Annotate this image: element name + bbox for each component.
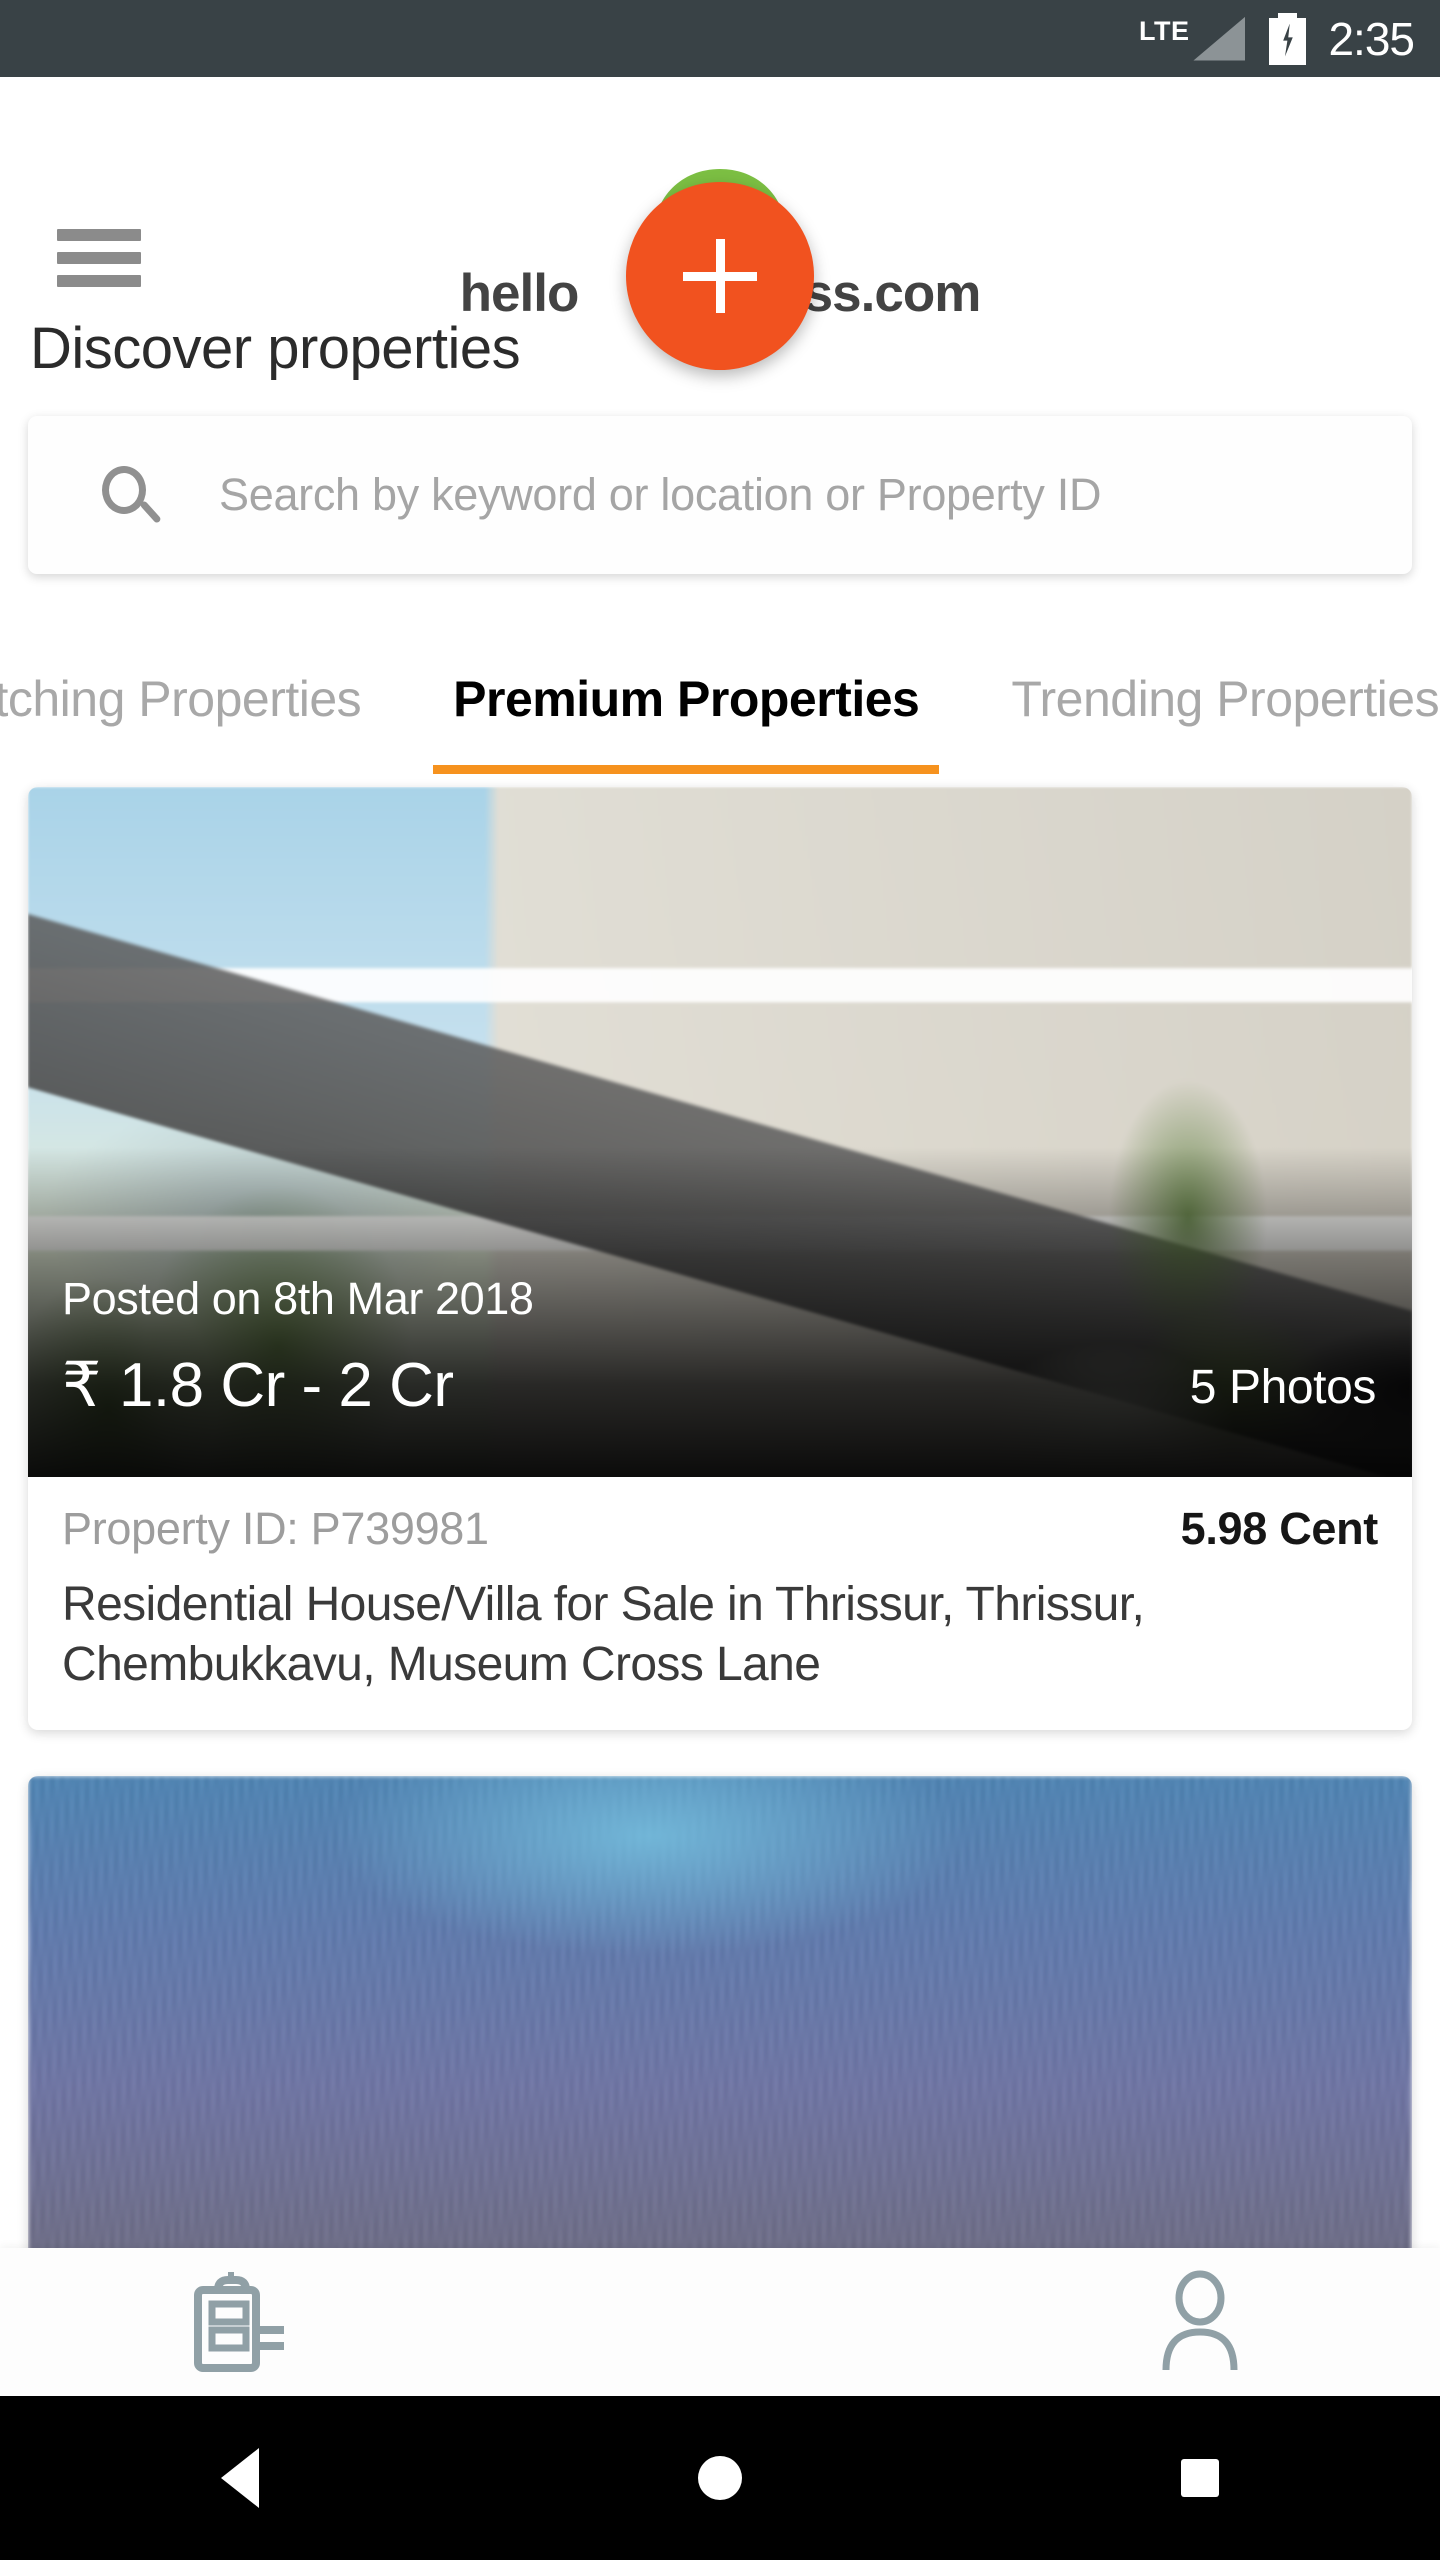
android-system-navigation: [0, 2396, 1440, 2560]
home-circle-icon: [698, 2456, 742, 2500]
search-icon: [100, 464, 162, 526]
hamburger-menu-icon[interactable]: [57, 229, 141, 287]
nav-item-profile[interactable]: [960, 2270, 1440, 2374]
status-bar-clock: 2:35: [1328, 12, 1415, 65]
property-tabs[interactable]: Matching Properties Premium Properties T…: [0, 602, 1440, 787]
property-card-body: Property ID: P739981 5.98 Cent Residenti…: [28, 1477, 1412, 1730]
signal-strength-icon: [1193, 16, 1246, 61]
logo-text-left: hello: [459, 264, 580, 323]
back-triangle-icon: [221, 2448, 259, 2508]
network-indicator: LTE: [1138, 15, 1246, 61]
property-card[interactable]: Posted on 8th Mar 2018 ₹1.8 Cr - 2 Cr 5 …: [28, 787, 1412, 1731]
tab-premium-properties[interactable]: Premium Properties: [407, 602, 965, 774]
search-input[interactable]: Search by keyword or location or Propert…: [28, 416, 1412, 574]
property-id: Property ID: P739981: [62, 1503, 489, 1554]
add-property-fab[interactable]: [626, 182, 814, 370]
property-posted-date: Posted on 8th Mar 2018: [62, 1273, 534, 1324]
android-home-button[interactable]: [480, 2456, 960, 2500]
property-photo-count: 5 Photos: [1189, 1361, 1377, 1414]
nav-item-listings[interactable]: [0, 2270, 480, 2374]
search-placeholder: Search by keyword or location or Propert…: [219, 469, 1102, 520]
bottom-navigation-bar: [0, 2248, 1440, 2396]
android-back-button[interactable]: [0, 2448, 480, 2508]
status-bar: LTE 2:35: [0, 0, 1440, 77]
property-title: Residential House/Villa for Sale in Thri…: [62, 1578, 1145, 1691]
battery-charging-icon: [1269, 12, 1307, 65]
tab-trending-properties[interactable]: Trending Properties: [965, 602, 1440, 728]
property-area: 5.98 Cent: [1180, 1503, 1379, 1554]
property-price-value: 1.8 Cr - 2 Cr: [118, 1351, 454, 1420]
tab-matching-properties[interactable]: Matching Properties: [0, 602, 407, 728]
rupee-symbol: ₹: [62, 1351, 101, 1420]
lte-label: LTE: [1138, 15, 1190, 46]
property-listing-icon: [194, 2272, 284, 2372]
profile-person-icon: [1162, 2270, 1238, 2371]
property-price: ₹1.8 Cr - 2 Cr: [62, 1348, 454, 1421]
android-recents-button[interactable]: [960, 2459, 1440, 2497]
recents-square-icon: [1181, 2459, 1219, 2497]
property-photo[interactable]: Posted on 8th Mar 2018 ₹1.8 Cr - 2 Cr 5 …: [28, 787, 1412, 1477]
